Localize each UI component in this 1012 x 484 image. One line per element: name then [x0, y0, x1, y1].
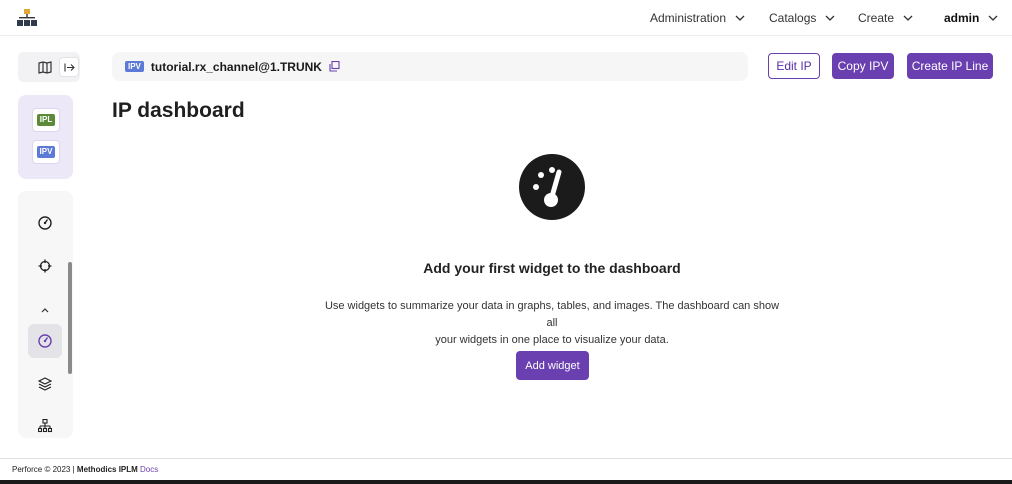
sidebar-nav [18, 191, 73, 438]
empty-state-description-line: your widgets in one place to visualize y… [435, 334, 669, 346]
empty-state-title: Add your first widget to the dashboard [423, 260, 681, 276]
page-title: IP dashboard [112, 99, 245, 122]
ipl-type-button[interactable]: IPL [32, 108, 60, 132]
top-navbar: Administration Catalogs Create admin [0, 0, 1012, 36]
sidebar-scrollbar[interactable] [68, 262, 72, 374]
sidebar-top-controls [18, 52, 80, 82]
nav-administration-label: Administration [650, 11, 727, 25]
expand-arrow-icon [63, 63, 75, 71]
sidebar-item-ip-dashboard[interactable] [28, 324, 62, 358]
nav-user-menu[interactable]: admin [944, 11, 998, 25]
sidebar-collapse-section[interactable] [28, 293, 62, 327]
sidebar-item-layers[interactable] [28, 367, 62, 401]
sidebar-item-hierarchy[interactable] [28, 409, 62, 443]
map-button[interactable] [35, 57, 55, 77]
hierarchy-icon [38, 419, 52, 433]
nav-catalogs-label: Catalogs [769, 11, 817, 25]
chevron-down-icon [735, 15, 745, 21]
add-widget-button[interactable]: Add widget [516, 351, 589, 380]
nav-catalogs[interactable]: Catalogs [769, 11, 835, 25]
copy-ipv-button[interactable]: Copy IPV [832, 53, 894, 79]
footer-copyright: Perforce © 2023 | [12, 465, 77, 474]
chevron-down-icon [825, 15, 835, 21]
nav-user-label: admin [944, 11, 980, 25]
window-bottom-edge [0, 480, 1012, 484]
dashboard-gauge-icon [519, 154, 585, 220]
sidebar-item-dashboard[interactable] [28, 206, 62, 240]
dashboard-active-icon [38, 334, 52, 348]
empty-state-description-line: Use widgets to summarize your data in gr… [324, 300, 780, 329]
ipv-type-button[interactable]: IPV [32, 140, 60, 164]
ipv-badge: IPV [36, 146, 56, 158]
app-logo-icon[interactable] [17, 9, 37, 27]
docs-link[interactable]: Docs [140, 465, 158, 474]
map-icon [38, 60, 52, 74]
dashboard-icon [38, 216, 52, 230]
object-type-switcher: IPL IPV [18, 95, 73, 179]
nav-create-label: Create [858, 11, 895, 25]
layers-icon [38, 377, 52, 391]
footer-brand: Methodics IPLM [76, 465, 138, 474]
empty-state-description: Use widgets to summarize your data in gr… [322, 298, 782, 349]
chevron-down-icon [988, 15, 998, 21]
nav-create[interactable]: Create [858, 11, 913, 25]
create-ip-line-button[interactable]: Create IP Line [907, 53, 993, 79]
nav-administration[interactable]: Administration [650, 11, 745, 25]
ipv-badge: IPV [125, 61, 144, 72]
ipl-badge: IPL [36, 114, 56, 126]
edit-ip-button[interactable]: Edit IP [768, 53, 820, 79]
breadcrumb: IPV tutorial.rx_channel@1.TRUNK [112, 52, 748, 81]
copy-icon[interactable] [329, 61, 340, 72]
chevron-up-icon [41, 308, 49, 313]
breadcrumb-path[interactable]: tutorial.rx_channel@1.TRUNK [151, 60, 322, 74]
collapse-sidebar-button[interactable] [59, 57, 79, 77]
chevron-down-icon [903, 15, 913, 21]
